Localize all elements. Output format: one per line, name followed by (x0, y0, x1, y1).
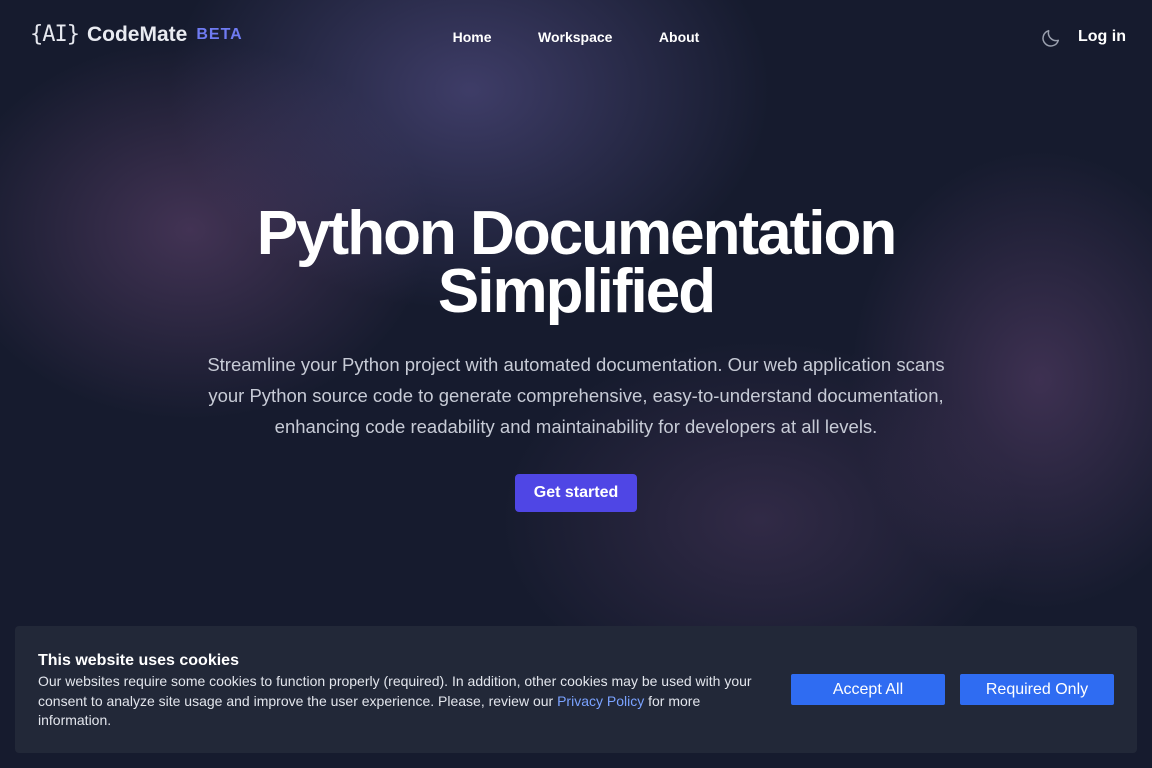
nav-link-home[interactable]: Home (453, 29, 492, 45)
top-navbar: {AI} CodeMate BETA Home Workspace About … (0, 0, 1152, 76)
hero-title: Python Documentation Simplified (256, 199, 898, 326)
privacy-policy-link[interactable]: Privacy Policy (557, 693, 644, 709)
get-started-button[interactable]: Get started (514, 474, 638, 512)
brand-name: CodeMate (86, 22, 188, 46)
hero-description: Streamline your Python project with auto… (207, 354, 945, 437)
nav-link-about[interactable]: About (659, 29, 699, 45)
cookie-banner-text: Our websites require some cookies to fun… (38, 672, 768, 731)
ai-logo-icon: {AI} (30, 22, 80, 47)
nav-link-workspace[interactable]: Workspace (538, 29, 612, 45)
login-button[interactable]: Log in (1078, 28, 1126, 46)
brand-logo[interactable]: {AI} CodeMate BETA (30, 22, 243, 47)
theme-toggle-button[interactable] (1040, 27, 1062, 49)
hero-section: Python Documentation Simplified Streamli… (0, 199, 1152, 512)
moon-icon (1042, 29, 1060, 47)
beta-badge: BETA (196, 25, 243, 43)
required-only-button[interactable]: Required Only (960, 674, 1114, 705)
cookie-banner: This website uses cookies Our websites r… (15, 626, 1137, 753)
cookie-banner-title: This website uses cookies (38, 652, 239, 669)
accept-all-button[interactable]: Accept All (791, 674, 945, 705)
